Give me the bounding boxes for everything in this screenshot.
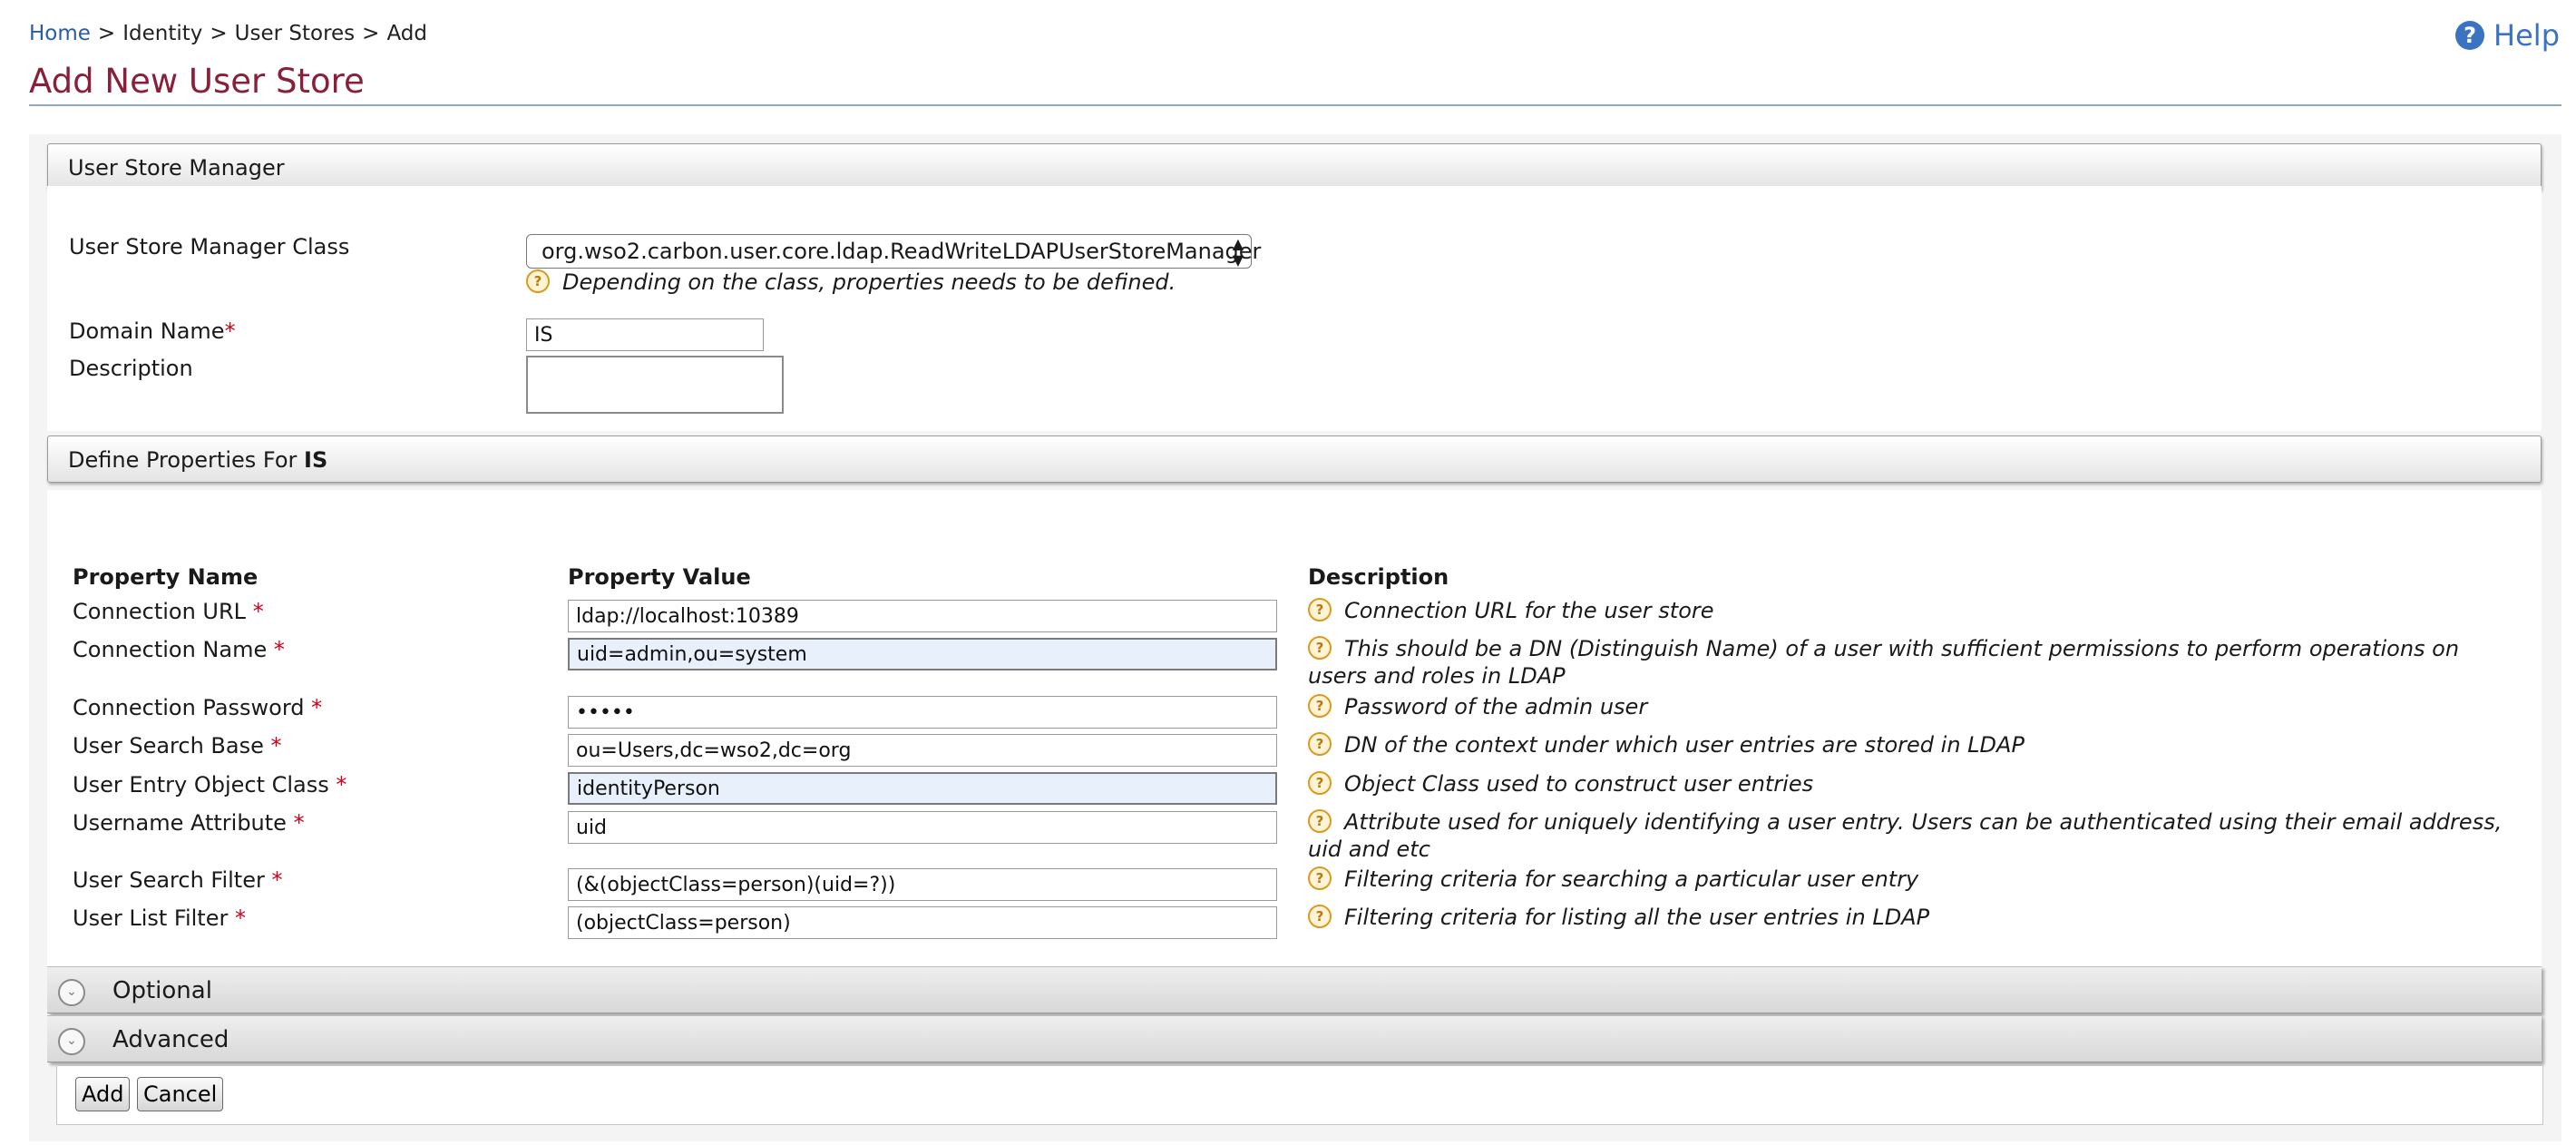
- user-store-manager-class-select[interactable]: org.wso2.carbon.user.core.ldap.ReadWrite…: [526, 234, 1261, 269]
- required-marker: *: [224, 318, 236, 344]
- property-name-label: Username Attribute *: [73, 810, 305, 836]
- question-icon: ?: [526, 269, 550, 293]
- class-hint: Depending on the class, properties needs…: [562, 269, 1176, 295]
- define-properties-header: Define Properties For IS: [47, 435, 2542, 483]
- property-name-label: Connection Password *: [73, 695, 322, 720]
- help-circle-icon: ?: [2455, 21, 2485, 50]
- user-search-filter-input[interactable]: [568, 868, 1277, 901]
- property-name-text: User Entry Object Class: [73, 772, 329, 798]
- advanced-section-toggle[interactable]: ⌄ Advanced: [47, 1015, 2542, 1062]
- connection-name-input[interactable]: [568, 638, 1277, 670]
- breadcrumb-separator: >: [97, 22, 116, 45]
- page-title: Add New User Store: [29, 62, 365, 101]
- property-name-label: User Entry Object Class *: [73, 772, 346, 798]
- col-property-name: Property Name: [73, 564, 259, 590]
- col-description: Description: [1308, 564, 1449, 590]
- user-entry-object-class-input[interactable]: [568, 772, 1277, 805]
- optional-label: Optional: [112, 977, 212, 1004]
- domain-name-label: Domain Name*: [69, 318, 236, 344]
- property-name-text: Connection Name: [73, 637, 268, 662]
- required-marker: *: [271, 867, 283, 893]
- col-property-value: Property Value: [568, 564, 751, 590]
- optional-section-toggle[interactable]: ⌄ Optional: [47, 966, 2542, 1013]
- description-label: Description: [69, 356, 193, 381]
- help-link[interactable]: ? Help: [2455, 18, 2560, 53]
- domain-name-label-text: Domain Name: [69, 318, 225, 344]
- property-description: Connection URL for the user store: [1344, 598, 1714, 623]
- user-list-filter-input[interactable]: [568, 906, 1277, 939]
- breadcrumb-user-stores: User Stores: [234, 22, 356, 45]
- connection-password-input[interactable]: [568, 696, 1277, 729]
- property-description: Filtering criteria for listing all the u…: [1344, 905, 1930, 930]
- property-name-text: User Search Filter: [73, 867, 265, 893]
- property-name-text: Connection URL: [73, 599, 247, 624]
- breadcrumb: Home > Identity > User Stores > Add: [29, 22, 427, 45]
- description-textarea[interactable]: [526, 356, 784, 414]
- cancel-button[interactable]: Cancel: [137, 1077, 224, 1111]
- chevron-down-icon: ⌄: [58, 1028, 85, 1055]
- required-marker: *: [235, 905, 246, 931]
- property-name-label: User Search Filter *: [73, 867, 283, 893]
- user-search-base-input[interactable]: [568, 734, 1277, 767]
- required-marker: *: [252, 599, 264, 624]
- properties-table: [47, 490, 2542, 967]
- advanced-label: Advanced: [112, 1026, 229, 1053]
- domain-name-input[interactable]: [526, 318, 764, 351]
- add-button[interactable]: Add: [75, 1077, 131, 1111]
- breadcrumb-separator: >: [210, 22, 228, 45]
- property-name-label: User Search Base *: [73, 733, 282, 758]
- property-name-label: User List Filter *: [73, 905, 246, 931]
- required-marker: *: [273, 637, 285, 662]
- select-value: org.wso2.carbon.user.core.ldap.ReadWrite…: [542, 239, 1262, 264]
- property-name-label: Connection Name *: [73, 637, 285, 662]
- property-description: Password of the admin user: [1344, 694, 1648, 719]
- required-marker: *: [270, 733, 282, 758]
- top-bar: Home > Identity > User Stores > Add ? Help Add…: [0, 0, 2576, 109]
- required-marker: *: [311, 695, 323, 720]
- chevron-down-icon: ⌄: [58, 979, 85, 1006]
- property-description: This should be a DN (Distinguish Name) o…: [1308, 636, 2460, 689]
- property-name-text: User List Filter: [73, 905, 229, 931]
- property-description: Object Class used to construct user entr…: [1344, 771, 1814, 797]
- define-properties-domain: IS: [304, 447, 328, 473]
- property-description: Filtering criteria for searching a parti…: [1344, 866, 1919, 892]
- define-properties-prefix: Define Properties For: [68, 447, 305, 473]
- breadcrumb-identity: Identity: [122, 22, 203, 45]
- required-marker: *: [293, 810, 305, 836]
- property-name-text: Username Attribute: [73, 810, 287, 836]
- breadcrumb-separator: >: [362, 22, 380, 45]
- username-attribute-input[interactable]: [568, 811, 1277, 844]
- property-description: DN of the context under which user entri…: [1344, 732, 2025, 758]
- select-arrows-icon: ▲ ▼: [1232, 235, 1244, 269]
- property-name-label: Connection URL *: [73, 599, 264, 624]
- property-description: Attribute used for uniquely identifying …: [1308, 809, 2503, 862]
- help-label: Help: [2493, 18, 2560, 53]
- breadcrumb-add: Add: [386, 22, 427, 45]
- property-name-text: User Search Base: [73, 733, 264, 758]
- connection-url-input[interactable]: [568, 600, 1277, 632]
- button-row: Add Cancel: [56, 1065, 2543, 1125]
- required-marker: *: [336, 772, 347, 798]
- user-store-form: [47, 186, 2542, 431]
- breadcrumb-home-link[interactable]: Home: [29, 22, 91, 45]
- user-store-manager-header: User Store Manager: [47, 143, 2542, 191]
- property-name-text: Connection Password: [73, 695, 305, 720]
- title-divider: [29, 104, 2561, 106]
- user-store-manager-class-label: User Store Manager Class: [69, 234, 350, 259]
